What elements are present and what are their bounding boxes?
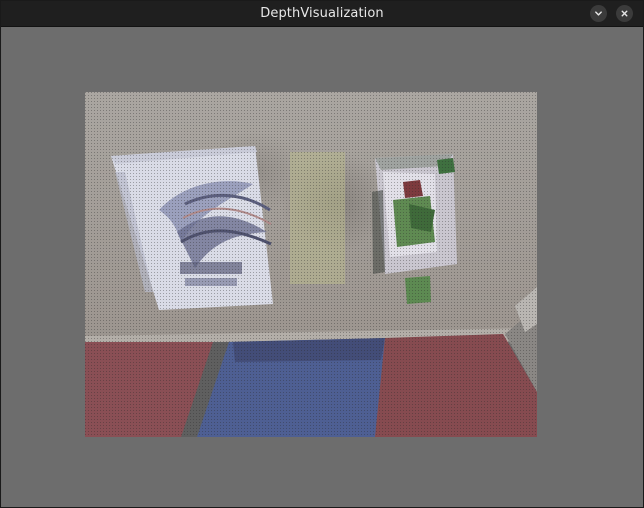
- close-icon: [621, 10, 628, 17]
- chevron-down-icon: [595, 11, 602, 16]
- window-title: DepthVisualization: [260, 6, 384, 21]
- app-window: DepthVisualization: [0, 0, 644, 508]
- minimize-button[interactable]: [590, 5, 607, 22]
- close-button[interactable]: [616, 5, 633, 22]
- depth-image-frame: [85, 92, 537, 437]
- visualization-area: [2, 27, 643, 507]
- title-bar[interactable]: DepthVisualization: [1, 1, 643, 27]
- depth-point-cloud-image: [85, 92, 537, 437]
